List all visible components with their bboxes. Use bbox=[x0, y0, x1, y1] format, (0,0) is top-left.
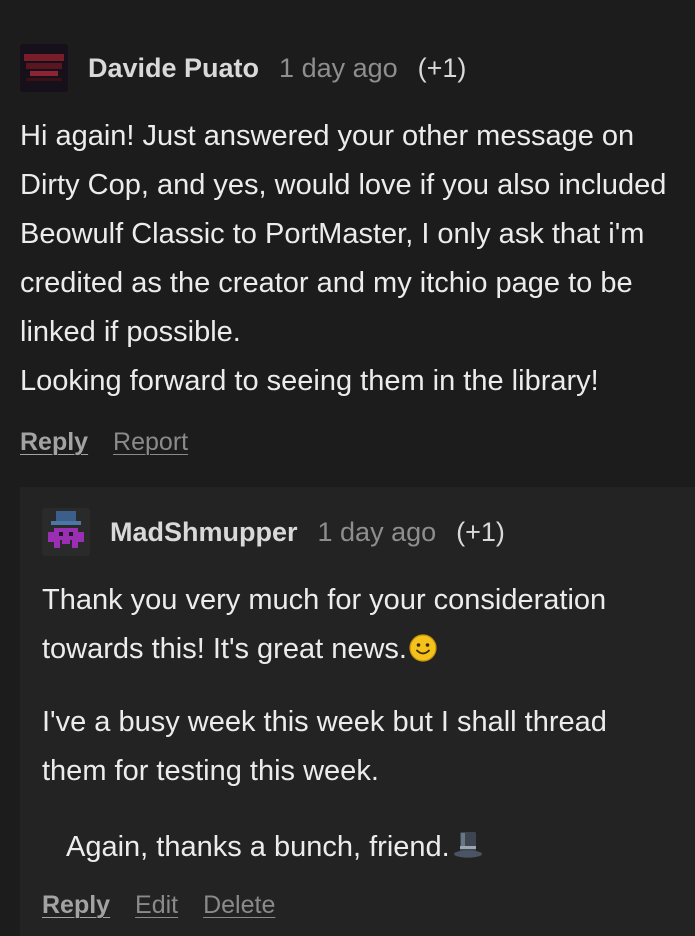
report-link[interactable]: Report bbox=[113, 428, 188, 456]
author-name[interactable]: Davide Puato bbox=[88, 53, 259, 84]
comment-line: credited as the creator and my itchio pa… bbox=[20, 267, 633, 299]
comment-line: linked if possible. bbox=[20, 316, 241, 348]
edit-link[interactable]: Edit bbox=[135, 891, 178, 919]
comment-line: I've a busy week this week but I shall t… bbox=[42, 706, 607, 738]
avatar-image bbox=[20, 44, 68, 92]
comment-line: them for testing this week. bbox=[42, 755, 379, 787]
comment-body: Hi again! Just answered your other messa… bbox=[20, 112, 690, 406]
vote-count: (+1) bbox=[417, 52, 467, 83]
comment-line-text: towards this! It's great news. bbox=[42, 633, 407, 665]
comment-header: Davide Puato 1 day ago (+1) bbox=[20, 44, 466, 92]
comment-line: Thank you very much for your considerati… bbox=[42, 584, 607, 616]
vote-count: (+1) bbox=[456, 516, 505, 547]
top-hat-emoji-icon bbox=[452, 827, 484, 876]
reply-link[interactable]: Reply bbox=[42, 891, 110, 919]
comment-line: towards this! It's great news. bbox=[42, 625, 682, 678]
comment-line: Again, thanks a bunch, friend. bbox=[66, 823, 686, 876]
delete-link[interactable]: Delete bbox=[203, 891, 275, 919]
comment-body-paragraph: Again, thanks a bunch, friend. bbox=[66, 823, 686, 876]
comment-body-paragraph: I've a busy week this week but I shall t… bbox=[42, 698, 682, 796]
comment-actions: Reply Report bbox=[20, 428, 206, 457]
comment-line-text: Again, thanks a bunch, friend. bbox=[66, 831, 450, 863]
comment-timestamp[interactable]: 1 day ago bbox=[279, 53, 398, 84]
comment-header: MadShmupper 1 day ago (+1) bbox=[42, 508, 505, 556]
comment-line: Beowulf Classic to PortMaster, I only as… bbox=[20, 218, 645, 250]
avatar[interactable] bbox=[20, 44, 68, 92]
comment-line: Dirty Cop, and yes, would love if you al… bbox=[20, 169, 667, 201]
comment-actions: Reply Edit Delete bbox=[42, 891, 293, 920]
reply-link[interactable]: Reply bbox=[20, 428, 88, 456]
avatar[interactable] bbox=[42, 508, 90, 556]
avatar-image bbox=[42, 508, 90, 556]
comment-body: Thank you very much for your considerati… bbox=[42, 576, 682, 678]
comment-timestamp[interactable]: 1 day ago bbox=[318, 517, 437, 548]
comment-davide-puato: Davide Puato 1 day ago (+1) Hi again! Ju… bbox=[0, 0, 695, 487]
comment-madshmupper: MadShmupper 1 day ago (+1) Thank you ver… bbox=[20, 487, 695, 936]
comment-line: Hi again! Just answered your other messa… bbox=[20, 120, 635, 152]
comment-line: Looking forward to seeing them in the li… bbox=[20, 365, 599, 397]
smiling-face-emoji-icon bbox=[409, 629, 437, 678]
author-name[interactable]: MadShmupper bbox=[110, 517, 298, 548]
